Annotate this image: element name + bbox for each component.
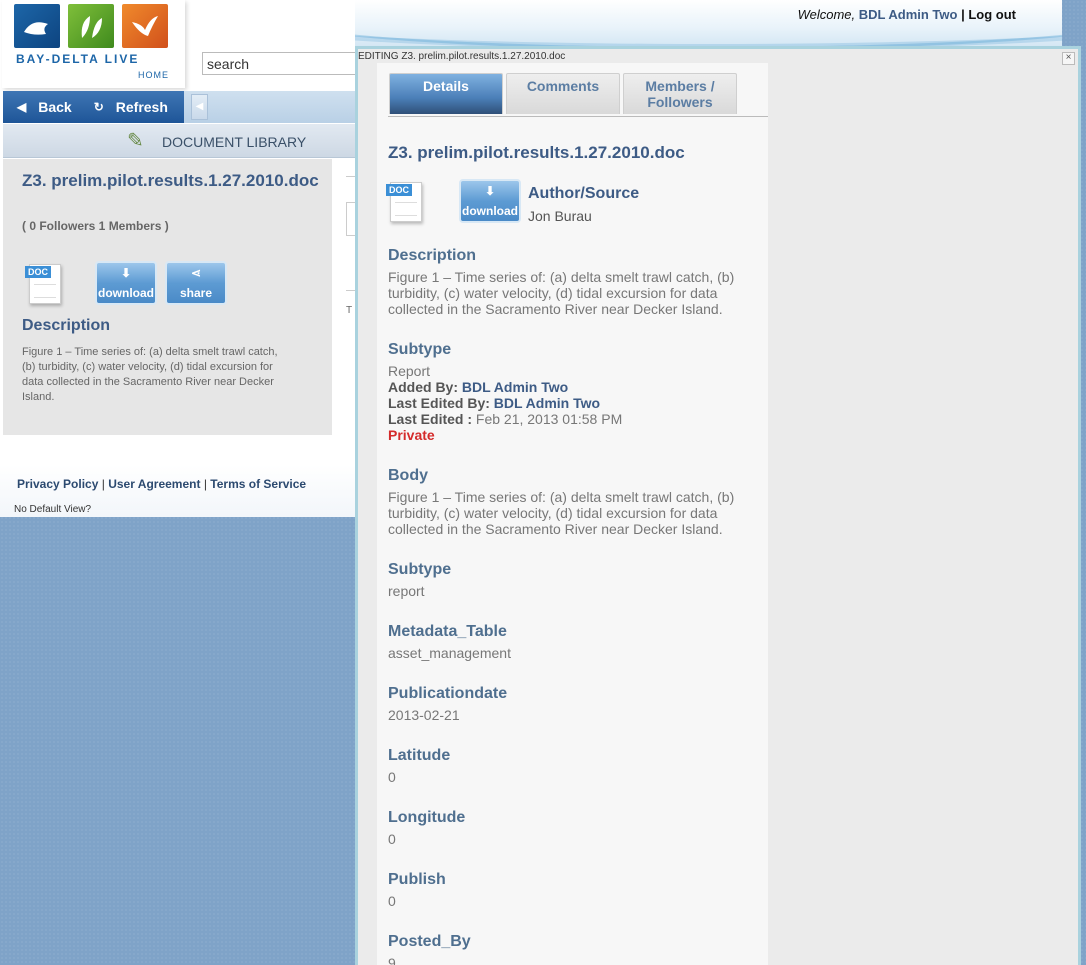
longitude-heading: Longitude: [388, 809, 466, 826]
document-library-icon: ✎: [127, 130, 144, 152]
share-icon: ⋖: [190, 266, 202, 280]
posted-by-heading: Posted_By: [388, 933, 471, 950]
download-button[interactable]: ⬇ download: [459, 179, 521, 223]
terms-of-service-link[interactable]: Terms of Service: [210, 477, 306, 491]
close-icon[interactable]: ×: [1062, 52, 1075, 65]
publicationdate-value: 2013-02-21: [388, 707, 460, 723]
document-summary-panel: Z3. prelim.pilot.results.1.27.2010.doc (…: [3, 159, 332, 435]
site-logo[interactable]: BAY-DELTA LIVE HOME: [2, 0, 185, 88]
modal-title: EDITING Z3. prelim.pilot.results.1.27.20…: [358, 51, 566, 62]
nav-buttons: ◀ Back ↻ Refresh: [3, 91, 184, 123]
description-heading: Description: [388, 247, 477, 264]
metadata-table-heading: Metadata_Table: [388, 623, 507, 640]
author-value: Jon Burau: [528, 208, 592, 224]
subtype2-heading: Subtype: [388, 561, 452, 578]
longitude-value: 0: [388, 831, 396, 847]
last-edited-by-link[interactable]: BDL Admin Two: [494, 395, 600, 411]
subtype-value: Report: [388, 363, 431, 379]
footer-separator: |: [101, 477, 105, 491]
back-label: Back: [38, 99, 72, 115]
nav-bar: ◀ Back ↻ Refresh ◀: [3, 91, 355, 123]
chevron-left-icon[interactable]: ◀: [191, 94, 208, 120]
metadata-table-value: asset_management: [388, 645, 511, 661]
refresh-icon: ↻: [93, 100, 104, 114]
refresh-label: Refresh: [115, 99, 168, 115]
added-by-link[interactable]: BDL Admin Two: [462, 379, 568, 395]
edit-modal: EDITING Z3. prelim.pilot.results.1.27.20…: [355, 46, 1081, 965]
share-button[interactable]: ⋖ share: [165, 261, 227, 305]
last-edited-row: Last Edited : Feb 21, 2013 01:58 PM: [388, 411, 622, 427]
latitude-value: 0: [388, 769, 396, 785]
last-edited-by-row: Last Edited By: BDL Admin Two: [388, 395, 600, 411]
doc-badge: DOC: [25, 266, 51, 278]
description-value: Figure 1 – Time series of: (a) delta sme…: [388, 269, 735, 317]
share-label: share: [179, 286, 213, 300]
logo-name: BAY-DELTA LIVE: [16, 52, 140, 66]
privacy-policy-link[interactable]: Privacy Policy: [17, 477, 98, 491]
left-page: BAY-DELTA LIVE HOME ◀ Back ↻ Refresh ◀ ✎…: [0, 0, 362, 517]
tab-details[interactable]: Details: [389, 73, 503, 114]
tab-comments[interactable]: Comments: [506, 73, 620, 114]
tab-bar: Details Comments Members / Followers: [388, 73, 768, 117]
publish-value: 0: [388, 893, 396, 909]
user-agreement-link[interactable]: User Agreement: [108, 477, 200, 491]
last-edited-by-label: Last Edited By:: [388, 395, 490, 411]
no-default-view-link[interactable]: No Default View?: [14, 504, 91, 515]
modal-content: Details Comments Members / Followers Z3.…: [377, 63, 768, 965]
added-by-row: Added By: BDL Admin Two: [388, 379, 568, 395]
document-title: Z3. prelim.pilot.results.1.27.2010.doc: [22, 171, 319, 190]
download-icon: ⬇: [484, 184, 496, 198]
logo-bird-tile: [122, 4, 168, 48]
section-label: DOCUMENT LIBRARY: [162, 134, 307, 150]
back-arrow-icon: ◀: [17, 100, 27, 114]
doc-file-icon: DOC: [25, 262, 65, 306]
last-edited-value: Feb 21, 2013 01:58 PM: [475, 411, 623, 427]
footer-separator: |: [203, 477, 207, 491]
refresh-button[interactable]: ↻ Refresh: [72, 99, 168, 115]
welcome-user-link[interactable]: BDL Admin Two: [859, 7, 958, 22]
download-icon: ⬇: [120, 266, 132, 280]
document-counts: ( 0 Followers 1 Members ): [22, 219, 169, 233]
download-label: download: [98, 286, 154, 300]
publish-heading: Publish: [388, 871, 446, 888]
section-bar: ✎ DOCUMENT LIBRARY: [3, 124, 355, 158]
last-edited-label: Last Edited :: [388, 411, 473, 427]
logo-home-link[interactable]: HOME: [138, 70, 169, 80]
search-input[interactable]: [202, 52, 362, 75]
doc-file-icon: DOC: [386, 180, 426, 224]
tab-members-followers[interactable]: Members / Followers: [623, 73, 737, 114]
privacy-status-badge: Private: [388, 427, 435, 443]
hidden-text-fragment: T: [346, 305, 353, 316]
subtype-heading: Subtype: [388, 341, 452, 358]
posted-by-value: 9: [388, 955, 396, 965]
footer-links: Privacy Policy | User Agreement | Terms …: [17, 477, 306, 491]
body-value: Figure 1 – Time series of: (a) delta sme…: [388, 489, 735, 537]
back-button[interactable]: ◀ Back: [3, 99, 72, 115]
doc-badge: DOC: [386, 184, 412, 196]
logo-fish-tile: [14, 4, 60, 48]
download-label: download: [462, 204, 518, 218]
latitude-heading: Latitude: [388, 747, 451, 764]
author-heading: Author/Source: [528, 185, 640, 202]
download-button[interactable]: ⬇ download: [95, 261, 157, 305]
welcome-message: Welcome, BDL Admin Two | Log out: [798, 7, 1016, 22]
subtype2-value: report: [388, 583, 425, 599]
detail-title: Z3. prelim.pilot.results.1.27.2010.doc: [388, 143, 685, 162]
publicationdate-heading: Publicationdate: [388, 685, 508, 702]
logout-link[interactable]: Log out: [968, 7, 1016, 22]
description-heading: Description: [22, 317, 111, 334]
welcome-prefix: Welcome,: [797, 7, 856, 22]
welcome-separator: |: [961, 7, 965, 22]
logo-leaf-tile: [68, 4, 114, 48]
body-heading: Body: [388, 467, 428, 484]
added-by-label: Added By:: [388, 379, 458, 395]
description-text: Figure 1 – Time series of: (a) delta sme…: [22, 346, 278, 403]
